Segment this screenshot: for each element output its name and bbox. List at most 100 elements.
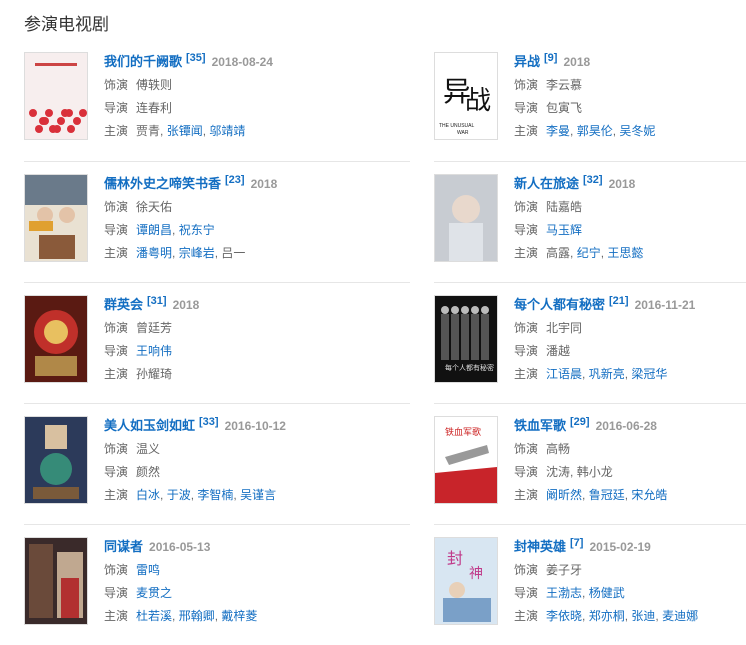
person-name[interactable]: 于波	[167, 488, 191, 502]
release-date: 2016-05-13	[149, 540, 211, 554]
drama-card: 美人如玉剑如虹 [33] 2016-10-12 饰演 温义 导演 颜然 主演 白冰, 于波, 李…	[24, 403, 410, 524]
person-name[interactable]: 杜若溪	[136, 609, 172, 623]
drama-title[interactable]: 异战	[514, 54, 540, 69]
director-label: 导演	[514, 344, 539, 358]
drama-row: 儒林外史之啼笑书香 [23] 2018 饰演 徐天佑 导演 谭朗昌, 祝东宁 主演 潘粤明, 宗…	[24, 161, 746, 282]
drama-poster[interactable]	[24, 295, 88, 383]
drama-card: 封神 封神英雄 [7] 2015-02-19 饰演 姜子牙 导演 王渤志, 杨健武 主演 李依晓,…	[434, 524, 746, 645]
person-name[interactable]: 张镡闻	[167, 124, 203, 138]
role-line: 饰演 曾廷芳	[104, 317, 199, 340]
reference-link[interactable]: [29]	[570, 416, 590, 428]
director-label: 导演	[104, 223, 129, 237]
drama-info: 每个人都有秘密 [21] 2016-11-21 饰演 北宇同 导演 潘越 主演 江语晨, 巩新亮…	[514, 295, 695, 403]
person-name[interactable]: 潘粤明	[136, 246, 172, 260]
person-name[interactable]: 谭朗昌	[136, 223, 172, 237]
svg-text:战: 战	[465, 86, 491, 116]
role-name[interactable]: 雷鸣	[136, 563, 160, 577]
title-line: 同谋者 2016-05-13	[104, 537, 257, 557]
drama-card: 群英会 [31] 2018 饰演 曾廷芳 导演 王响伟 主演 孙耀琦	[24, 282, 410, 403]
drama-info: 同谋者 2016-05-13 饰演 雷鸣 导演 麦贯之 主演 杜若溪, 邢翰卿, 戴梓菱	[104, 537, 257, 645]
separator: ,	[160, 124, 167, 138]
reference-link[interactable]: [33]	[199, 416, 219, 428]
person-name[interactable]: 吴谨言	[240, 488, 276, 502]
person-name: 连春利	[136, 101, 173, 115]
reference-link[interactable]: [32]	[583, 174, 603, 186]
drama-title[interactable]: 封神英雄	[514, 539, 566, 554]
role-label: 饰演	[514, 78, 539, 92]
title-line: 每个人都有秘密 [21] 2016-11-21	[514, 295, 695, 315]
person-name[interactable]: 祝东宁	[179, 223, 215, 237]
person-name[interactable]: 王思懿	[607, 246, 643, 260]
person-name[interactable]: 李依晓	[546, 609, 582, 623]
person-name[interactable]: 梁冠华	[631, 367, 667, 381]
drama-card: 同谋者 2016-05-13 饰演 雷鸣 导演 麦贯之 主演 杜若溪, 邢翰卿, 戴梓菱	[24, 524, 410, 645]
reference-link[interactable]: [7]	[570, 537, 583, 549]
drama-poster[interactable]: 每个人都有秘密	[434, 295, 498, 383]
person-name[interactable]: 郭昊伦	[577, 124, 613, 138]
reference-link[interactable]: [35]	[186, 52, 206, 64]
person-name[interactable]: 鲁冠廷	[589, 488, 625, 502]
person-name[interactable]: 李智楠	[197, 488, 233, 502]
cast-line: 主演 李曼, 郭昊伦, 吴冬妮	[514, 120, 655, 143]
drama-poster[interactable]	[24, 174, 88, 262]
person-name[interactable]: 麦贯之	[136, 586, 172, 600]
drama-title[interactable]: 同谋者	[104, 539, 143, 554]
drama-poster[interactable]: 铁血军歌	[434, 416, 498, 504]
person-name[interactable]: 纪宁	[577, 246, 601, 260]
drama-title[interactable]: 铁血军歌	[514, 418, 566, 433]
drama-poster[interactable]	[434, 174, 498, 262]
title-line: 群英会 [31] 2018	[104, 295, 199, 315]
person-name[interactable]: 白冰	[136, 488, 160, 502]
person-name: 吕一	[221, 246, 246, 260]
release-date: 2018	[250, 177, 278, 191]
role-label: 饰演	[514, 200, 539, 214]
director-label: 导演	[104, 101, 129, 115]
drama-title[interactable]: 我们的千阙歌	[104, 54, 182, 69]
drama-title[interactable]: 每个人都有秘密	[514, 297, 605, 312]
reference-link[interactable]: [31]	[147, 295, 167, 307]
person-name[interactable]: 王响伟	[136, 344, 172, 358]
role-name: 温义	[136, 442, 161, 456]
cast-label: 主演	[104, 124, 129, 138]
person-name[interactable]: 阚昕然	[546, 488, 582, 502]
drama-title[interactable]: 新人在旅途	[514, 176, 579, 191]
drama-title[interactable]: 群英会	[104, 297, 143, 312]
reference-link[interactable]: [9]	[544, 52, 557, 64]
drama-title[interactable]: 美人如玉剑如虹	[104, 418, 195, 433]
director-line: 导演 颜然	[104, 461, 286, 484]
person-name[interactable]: 张迪	[631, 609, 655, 623]
drama-poster[interactable]	[24, 52, 88, 140]
person-name[interactable]: 马玉辉	[546, 223, 582, 237]
drama-poster[interactable]	[24, 537, 88, 625]
person-name[interactable]: 麦迪娜	[662, 609, 698, 623]
separator: ,	[172, 609, 179, 623]
drama-poster[interactable]: 异战 THE UNUSUAL WAR	[434, 52, 498, 140]
director-label: 导演	[104, 465, 129, 479]
person-name: 潘越	[546, 344, 571, 358]
person-name[interactable]: 巩新亮	[589, 367, 625, 381]
reference-link[interactable]: [21]	[609, 295, 629, 307]
person-name[interactable]: 王渤志	[546, 586, 582, 600]
drama-poster[interactable]: 封神	[434, 537, 498, 625]
director-line: 导演 谭朗昌, 祝东宁	[104, 219, 277, 242]
cast-line: 主演 白冰, 于波, 李智楠, 吴谨言	[104, 484, 286, 507]
person-name[interactable]: 宋允皓	[631, 488, 667, 502]
role-label: 饰演	[104, 78, 129, 92]
person-name[interactable]: 戴梓菱	[221, 609, 257, 623]
drama-title[interactable]: 儒林外史之啼笑书香	[104, 176, 221, 191]
role-label: 饰演	[104, 442, 129, 456]
person-name[interactable]: 邬靖靖	[209, 124, 245, 138]
person-name[interactable]: 吴冬妮	[619, 124, 655, 138]
person-name[interactable]: 宗峰岩	[179, 246, 215, 260]
drama-poster[interactable]	[24, 416, 88, 504]
director-label: 导演	[514, 465, 539, 479]
person-name[interactable]: 邢翰卿	[179, 609, 215, 623]
person-name[interactable]: 杨健武	[589, 586, 625, 600]
director-label: 导演	[514, 586, 539, 600]
role-name: 徐天佑	[136, 200, 173, 214]
person-name[interactable]: 江语晨	[546, 367, 582, 381]
person-name[interactable]: 李曼	[546, 124, 570, 138]
drama-info: 群英会 [31] 2018 饰演 曾廷芳 导演 王响伟 主演 孙耀琦	[104, 295, 199, 403]
person-name[interactable]: 郑亦桐	[589, 609, 625, 623]
reference-link[interactable]: [23]	[225, 174, 245, 186]
